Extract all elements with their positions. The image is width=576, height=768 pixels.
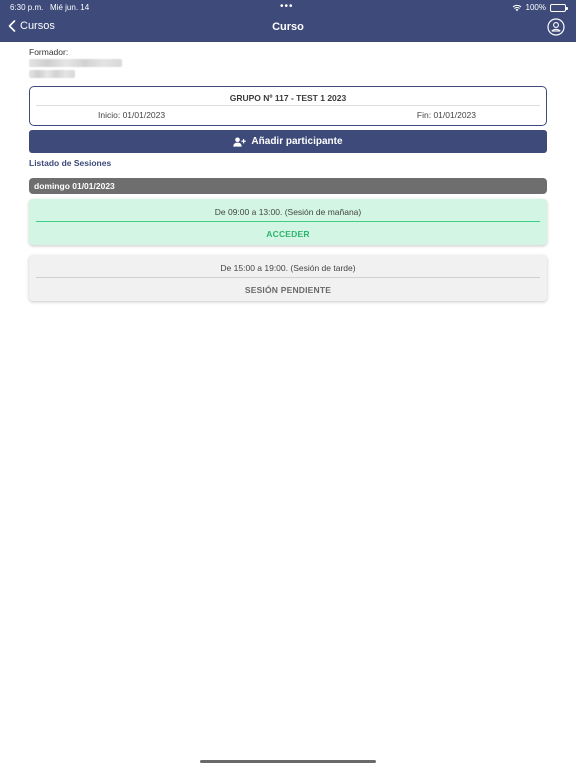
group-card: GRUPO Nº 117 - TEST 1 2023 Inicio: 01/01… <box>29 86 547 126</box>
trainer-name-redacted <box>29 59 122 67</box>
battery-icon <box>550 3 568 12</box>
session-card-morning: De 09:00 a 13:00. (Sesión de mañana) ACC… <box>29 199 547 245</box>
wifi-icon <box>512 4 521 11</box>
session-card-afternoon: De 15:00 a 19:00. (Sesión de tarde) SESI… <box>29 255 547 301</box>
user-circle-icon[interactable] <box>547 18 565 36</box>
battery-percent: 100% <box>525 3 546 12</box>
status-time: 6:30 p.m. <box>10 3 44 12</box>
group-end-date: Fin: 01/01/2023 <box>416 110 476 120</box>
group-start-date: Inicio: 01/01/2023 <box>98 110 166 120</box>
trainer-detail-redacted <box>29 70 75 78</box>
top-bar: 6:30 p.m. Mié jun. 14 ••• 100% Cursos Cu… <box>0 0 576 42</box>
access-session-button[interactable]: ACCEDER <box>29 229 547 239</box>
home-indicator[interactable] <box>200 760 376 763</box>
group-title: GRUPO Nº 117 - TEST 1 2023 <box>229 93 347 103</box>
group-divider <box>36 105 540 106</box>
session-pending-status: SESIÓN PENDIENTE <box>244 285 332 295</box>
trainer-label: Formador: <box>29 47 69 57</box>
status-right: 100% <box>512 3 568 12</box>
add-participant-label: Añadir participante <box>251 136 343 147</box>
user-plus-icon <box>233 137 247 147</box>
sessions-heading: Listado de Sesiones <box>29 158 112 168</box>
session-day-header: domingo 01/01/2023 <box>29 178 547 194</box>
page-title: Curso <box>272 21 304 33</box>
session-time: De 09:00 a 13:00. (Sesión de mañana) <box>214 207 362 217</box>
session-divider <box>36 277 540 278</box>
session-divider <box>36 221 540 222</box>
session-time: De 15:00 a 19:00. (Sesión de tarde) <box>220 263 356 273</box>
status-time-date: 6:30 p.m. Mié jun. 14 <box>10 3 89 12</box>
status-date: Mié jun. 14 <box>50 3 90 12</box>
add-participant-button[interactable]: Añadir participante <box>29 130 547 153</box>
multitasking-dots[interactable]: ••• <box>280 1 294 12</box>
